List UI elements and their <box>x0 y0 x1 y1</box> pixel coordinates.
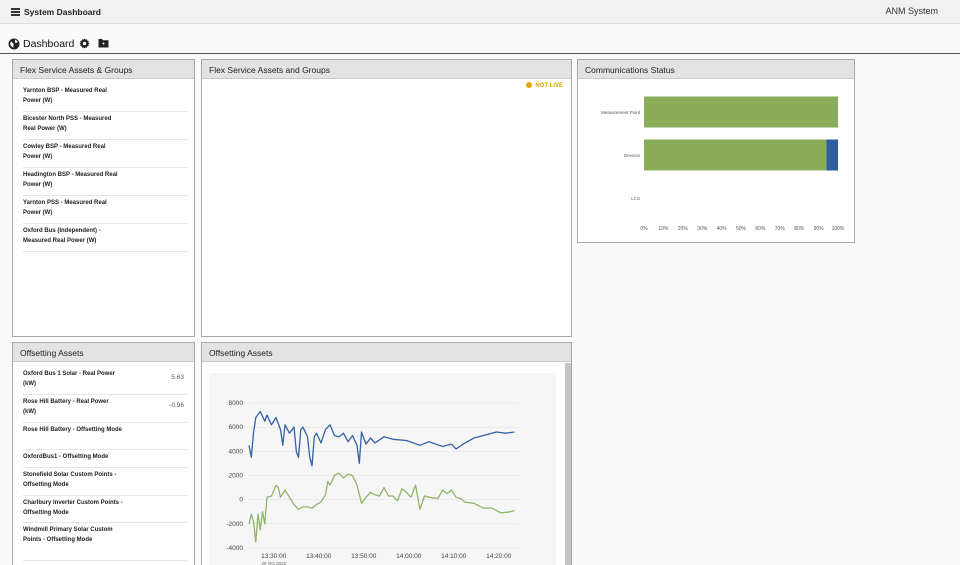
offsetting-line-chart: -4000 -2000 0 2000 4000 6000 8000 13:30:00 13:40… <box>226 400 519 565</box>
panel-title: Offsetting Assets <box>13 343 194 362</box>
list-item[interactable]: Oxford Bus 1 Solar - Real Power (kW) 5.63 <box>23 367 188 395</box>
x-tick-label: 13:40:00 <box>306 553 332 560</box>
status-text: NOT LIVE <box>535 83 563 89</box>
x-tick-label: 13:30:00 <box>261 553 287 560</box>
tick-label: 100% <box>832 226 845 232</box>
list-item[interactable]: Oxford Bus (Independent) - Measured Real… <box>23 224 188 252</box>
comms-status-chart: Measurement Point Devices LCS 0% 10% 20% 30% 40… <box>601 96 845 232</box>
panel-title: Offsetting Assets <box>202 343 571 362</box>
list-item[interactable]: Cowley BSP - Measured Real Power (W) <box>23 140 188 168</box>
flex-chart-panel: Flex Service Assets and Groups NOT LIVE <box>201 59 572 337</box>
y-tick-label: -2000 <box>226 521 243 528</box>
bar <box>644 96 838 128</box>
list-item[interactable]: Rose Hill Battery - Offsetting Mode <box>23 423 188 450</box>
x-tick-label: 13:50:00 <box>351 553 377 560</box>
x-date-label: 25 Oct 2022 <box>261 561 286 565</box>
category-label: Measurement Point <box>601 110 641 115</box>
panel-title: Flex Service Assets and Groups <box>202 60 571 79</box>
system-name: ANM System <box>885 6 938 16</box>
chart-area: -4000 -2000 0 2000 4000 6000 8000 13:30:00 13:40… <box>209 373 556 565</box>
category-label: Devices <box>624 153 641 158</box>
list-item[interactable]: Yarnton BSP - Measured Real Power (W) <box>23 84 188 112</box>
sub-header <box>0 25 960 54</box>
tick-label: 40% <box>717 226 728 232</box>
tick-label: 20% <box>678 226 689 232</box>
y-tick-label: 8000 <box>229 400 244 407</box>
tick-label: 30% <box>697 226 708 232</box>
flex-assets-list: Yarnton BSP - Measured Real Power (W) Bi… <box>13 79 194 252</box>
tick-label: 90% <box>814 226 825 232</box>
item-value: 5.63 <box>171 374 184 381</box>
bar <box>644 139 827 171</box>
top-bar: System Dashboard ANM System <box>0 0 960 24</box>
list-item[interactable]: Windmill Primary Solar Custom Points - O… <box>23 523 188 561</box>
tick-label: 60% <box>755 226 766 232</box>
offsetting-chart-panel: Offsetting Assets -4000 -2000 0 2000 4000 600… <box>201 342 572 565</box>
tick-label: 10% <box>658 226 669 232</box>
x-tick-label: 14:00:00 <box>396 553 422 560</box>
x-tick-label: 14:10:00 <box>441 553 467 560</box>
globe-icon <box>8 38 20 50</box>
x-tick-label: 14:20:00 <box>486 553 512 560</box>
series-line <box>248 472 515 543</box>
folder-icon[interactable] <box>98 38 109 48</box>
list-item[interactable]: Rose Hill Battery - Real Power (kW) -0.96 <box>23 395 188 423</box>
category-label: LCS <box>631 196 640 201</box>
not-live-badge: NOT LIVE <box>526 82 563 89</box>
comms-status-panel: Communications Status Measurement Point D… <box>577 59 855 243</box>
y-tick-label: 2000 <box>229 473 244 480</box>
app-title: System Dashboard <box>24 7 101 17</box>
scrollbar[interactable] <box>565 363 571 565</box>
item-value: -0.96 <box>169 402 184 409</box>
offsetting-assets-list: Oxford Bus 1 Solar - Real Power (kW) 5.63… <box>13 362 194 561</box>
list-item[interactable]: Yarnton PSS - Measured Real Power (W) <box>23 196 188 224</box>
page-title: Dashboard <box>23 38 75 50</box>
list-item[interactable]: OxfordBus1 - Offsetting Mode <box>23 450 188 468</box>
gear-icon[interactable] <box>79 38 90 49</box>
bar <box>826 139 838 171</box>
list-item[interactable]: Bicester North PSS - Measured Real Power… <box>23 112 188 140</box>
tick-label: 50% <box>736 226 747 232</box>
flex-assets-panel: Flex Service Assets & Groups Yarnton BSP… <box>12 59 195 337</box>
offsetting-assets-panel: Offsetting Assets Oxford Bus 1 Solar - R… <box>12 342 195 565</box>
panel-title: Communications Status <box>578 60 854 79</box>
y-tick-label: 6000 <box>229 424 244 431</box>
list-item[interactable]: Headington BSP - Measured Real Power (W) <box>23 168 188 196</box>
hamburger-icon[interactable] <box>11 8 20 16</box>
tick-label: 0% <box>640 226 648 232</box>
series-line <box>248 410 515 467</box>
y-tick-label: 4000 <box>229 448 244 455</box>
tick-label: 80% <box>794 226 805 232</box>
panel-title: Flex Service Assets & Groups <box>13 60 194 79</box>
y-tick-label: 0 <box>239 497 243 504</box>
y-tick-label: -4000 <box>226 545 243 552</box>
list-item[interactable]: Stonefield Solar Custom Points - Offsett… <box>23 468 188 496</box>
list-item[interactable]: Charlbury Inverter Custom Points - Offse… <box>23 496 188 523</box>
tick-label: 70% <box>775 226 786 232</box>
dot-icon <box>526 82 533 88</box>
